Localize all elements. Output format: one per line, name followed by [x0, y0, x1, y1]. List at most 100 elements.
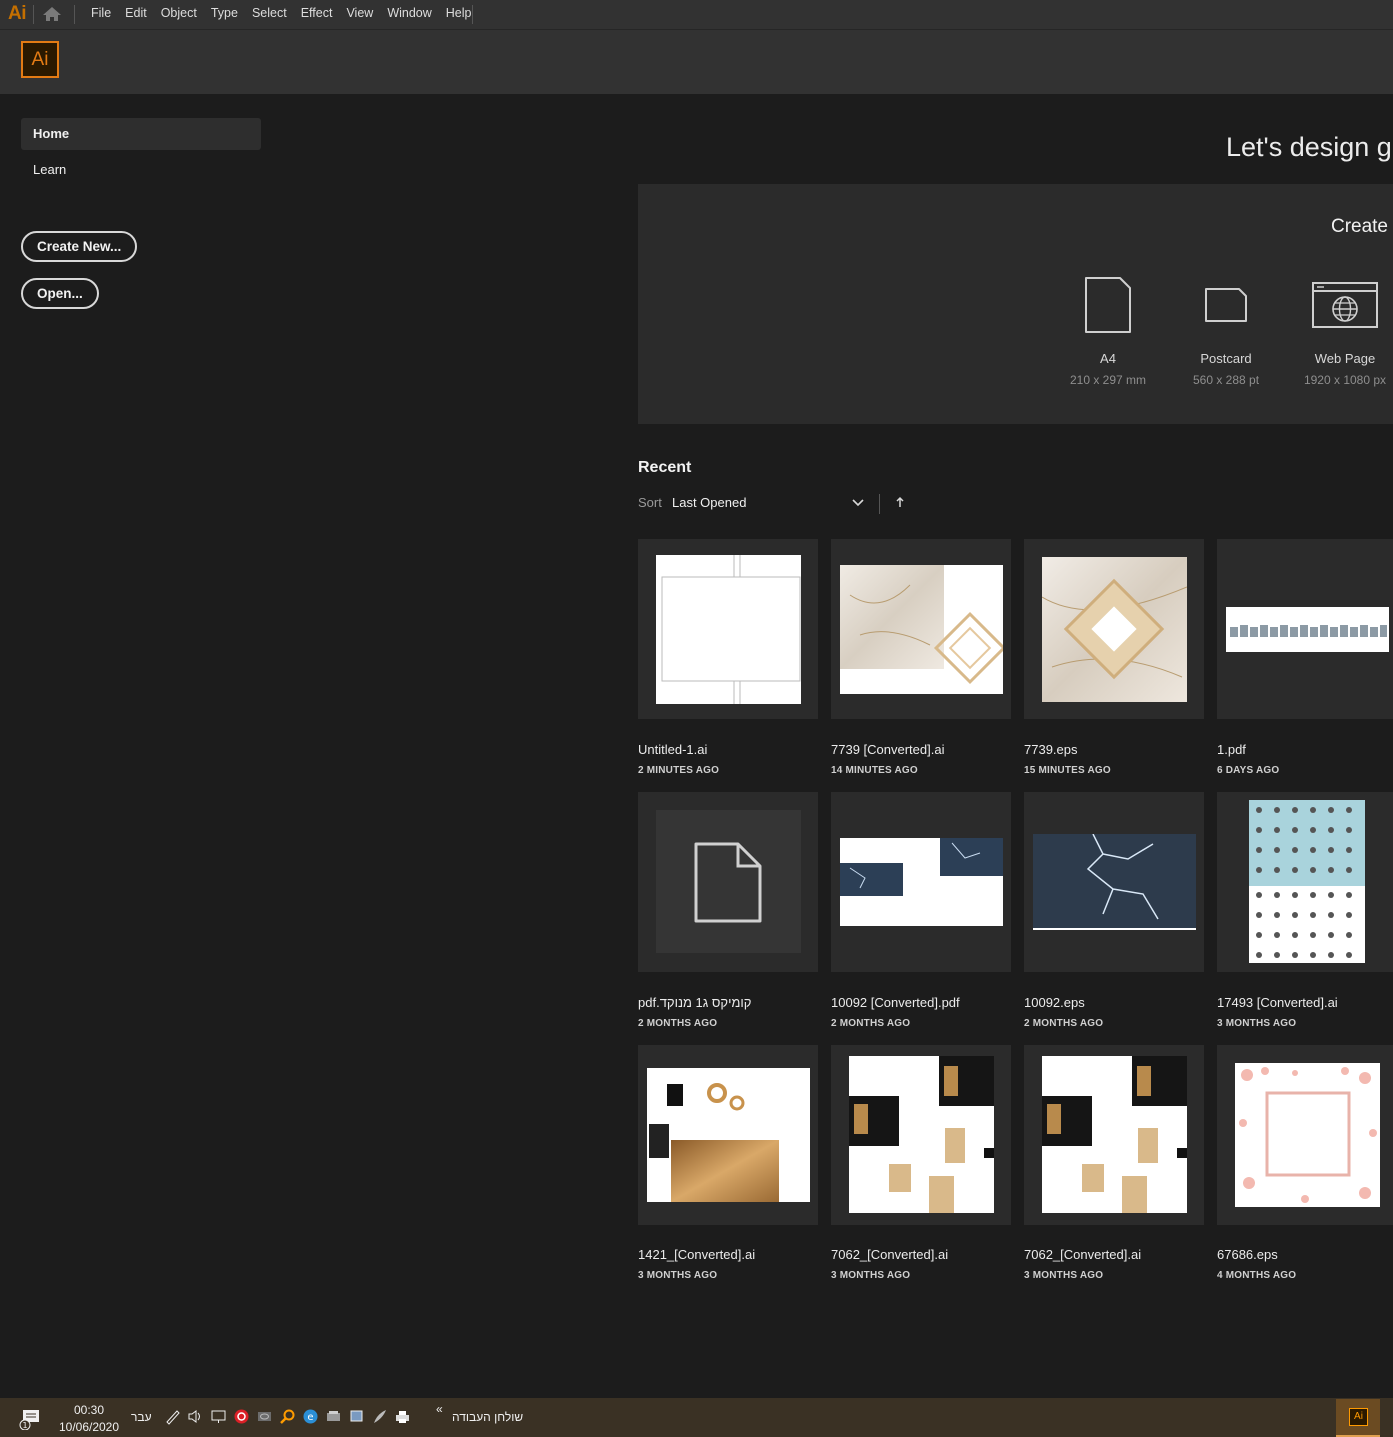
sort-label: Sort: [638, 495, 662, 510]
recent-title: Recent: [638, 459, 692, 476]
sort-control: Sort Last Opened: [638, 494, 938, 514]
menu-divider: [472, 5, 473, 24]
file-thumbnail: [1042, 1056, 1187, 1213]
preset-name: Postcard: [1200, 351, 1252, 366]
app-badge: Ai: [21, 41, 59, 78]
svg-text:1: 1: [22, 1421, 27, 1430]
creative-cloud-icon[interactable]: [233, 1408, 250, 1425]
file-thumbnail: [840, 838, 1003, 926]
recent-file-time: 14 MINUTES AGO: [831, 765, 918, 776]
recent-file-name: 7062_[Converted].ai: [1024, 1247, 1142, 1262]
recent-file-card[interactable]: [638, 1045, 818, 1225]
preset-size: 560 x 288 pt: [1192, 373, 1260, 387]
preset-web-page[interactable]: Web Page 1920 x 1080 px: [1285, 273, 1393, 387]
preset-name: A4: [1100, 351, 1116, 366]
sidebar-item-learn[interactable]: Learn: [21, 154, 261, 186]
recent-file-name: 17493 [Converted].ai: [1217, 995, 1338, 1010]
recent-file-name: 7739.eps: [1024, 742, 1078, 757]
network-icon[interactable]: [210, 1408, 227, 1425]
page-title: Let's design gre: [1226, 132, 1393, 162]
desktop-toolbar[interactable]: שולחן העבודה: [452, 1410, 523, 1424]
feather-icon[interactable]: [371, 1408, 388, 1425]
system-tray: e: [164, 1408, 411, 1425]
pen-icon[interactable]: [164, 1408, 181, 1425]
recent-file-name: קומיקס ג1 מנוקד.pdf: [638, 995, 752, 1010]
recent-file-name: Untitled-1.ai: [638, 742, 708, 757]
create-title: Create: [1330, 216, 1388, 237]
recent-file-card[interactable]: [1024, 539, 1204, 719]
recent-file-name: 7062_[Converted].ai: [831, 1247, 949, 1262]
menu-divider: [33, 5, 34, 24]
svg-text:e: e: [307, 1412, 313, 1423]
recent-file-time: 3 MONTHS AGO: [1217, 1018, 1297, 1029]
file-thumbnail: [1249, 800, 1365, 963]
recent-file-time: 2 MINUTES AGO: [638, 765, 720, 776]
recent-file-card[interactable]: [831, 539, 1011, 719]
file-thumbnail: [1042, 557, 1187, 702]
document-icon: [694, 842, 762, 923]
menu-select[interactable]: Select: [245, 0, 294, 29]
nvidia-icon[interactable]: [256, 1408, 273, 1425]
recent-file-card[interactable]: [638, 792, 818, 972]
home-icon[interactable]: [42, 6, 62, 27]
recent-file-name: 10092 [Converted].pdf: [831, 995, 960, 1010]
recent-file-card[interactable]: [638, 539, 818, 719]
browser-icon[interactable]: e: [302, 1408, 319, 1425]
recent-file-card[interactable]: [831, 792, 1011, 972]
file-thumbnail: [647, 1068, 810, 1202]
recent-file-time: 2 MONTHS AGO: [638, 1018, 718, 1029]
create-new-button[interactable]: Create New...: [21, 231, 138, 262]
file-thumbnail: [656, 555, 801, 704]
recent-file-time: 3 MONTHS AGO: [1024, 1270, 1104, 1281]
menu-items: File Edit Object Type Select Effect View…: [84, 0, 479, 29]
menu-divider: [74, 5, 75, 24]
chevron-down-icon[interactable]: [852, 496, 864, 511]
sidebar-item-home[interactable]: Home: [21, 118, 261, 150]
recent-file-card[interactable]: [1024, 1045, 1204, 1225]
recent-file-card[interactable]: [1217, 539, 1393, 719]
sync-icon[interactable]: [325, 1408, 342, 1425]
preset-size: 210 x 297 mm: [1069, 373, 1147, 387]
file-thumbnail: [656, 810, 801, 953]
printer-icon[interactable]: [394, 1408, 411, 1425]
home-header: Ai: [0, 30, 1393, 94]
sort-direction-icon[interactable]: [895, 496, 905, 511]
recent-file-card[interactable]: [1024, 792, 1204, 972]
taskbar: 1 00:30 10/06/2020 עבר e « שולחן העבודה …: [0, 1398, 1393, 1437]
open-button[interactable]: Open...: [21, 278, 99, 309]
recent-file-name: 1421_[Converted].ai: [638, 1247, 756, 1262]
recent-file-name: 1.pdf: [1217, 742, 1246, 757]
clock-time: 00:30: [73, 1403, 105, 1417]
recent-file-time: 4 MONTHS AGO: [1217, 1270, 1297, 1281]
preset-a4[interactable]: A4 210 x 297 mm: [1048, 273, 1168, 387]
show-hidden-icons[interactable]: «: [436, 1402, 443, 1416]
menu-object[interactable]: Object: [154, 0, 204, 29]
menu-effect[interactable]: Effect: [294, 0, 340, 29]
menu-file[interactable]: File: [84, 0, 118, 29]
notification-icon[interactable]: 1: [19, 1408, 43, 1435]
search-app-icon[interactable]: [279, 1408, 296, 1425]
recent-file-card[interactable]: [1217, 1045, 1393, 1225]
file-thumbnail: [840, 565, 1003, 694]
sort-dropdown[interactable]: Last Opened: [672, 495, 746, 510]
recent-file-card[interactable]: [831, 1045, 1011, 1225]
recent-file-time: 3 MONTHS AGO: [638, 1270, 718, 1281]
app-logo: Ai: [8, 3, 27, 24]
recent-file-time: 2 MONTHS AGO: [1024, 1018, 1104, 1029]
file-thumbnail: [1226, 607, 1389, 652]
illustrator-icon: Ai: [1349, 1408, 1368, 1426]
display-icon[interactable]: [348, 1408, 365, 1425]
volume-icon[interactable]: [187, 1408, 204, 1425]
preset-size: 1920 x 1080 px: [1303, 373, 1387, 387]
recent-file-card[interactable]: [1217, 792, 1393, 972]
menu-bar: Ai File Edit Object Type Select Effect V…: [0, 0, 1393, 30]
menu-view[interactable]: View: [339, 0, 380, 29]
menu-edit[interactable]: Edit: [118, 0, 154, 29]
preset-postcard[interactable]: Postcard 560 x 288 pt: [1166, 273, 1286, 387]
language-indicator[interactable]: עבר: [131, 1410, 152, 1424]
sort-divider: [879, 494, 880, 514]
illustrator-taskbar-button[interactable]: Ai: [1336, 1399, 1380, 1437]
clock[interactable]: 00:30 10/06/2020: [54, 1402, 124, 1436]
menu-window[interactable]: Window: [380, 0, 438, 29]
menu-type[interactable]: Type: [204, 0, 245, 29]
